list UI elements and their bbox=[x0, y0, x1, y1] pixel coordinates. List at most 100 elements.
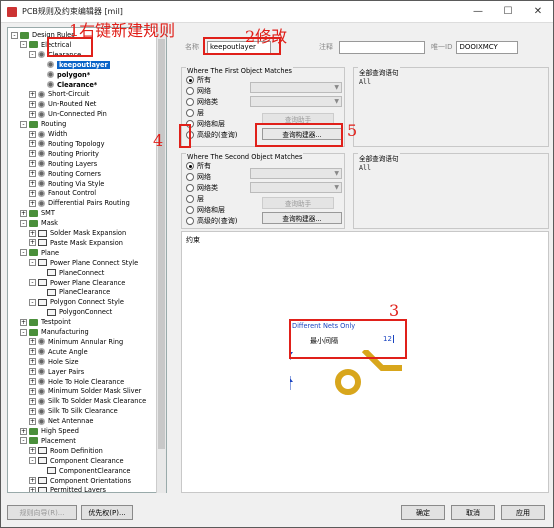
expand-icon[interactable]: + bbox=[29, 100, 36, 108]
apply-button[interactable]: 应用 bbox=[501, 505, 545, 520]
expand-icon[interactable]: + bbox=[29, 110, 36, 118]
second-combo-net[interactable]: ▼ bbox=[250, 168, 342, 179]
first-combo-net[interactable]: ▼ bbox=[250, 82, 342, 93]
tree-item[interactable]: + Layer Pairs bbox=[29, 367, 84, 377]
first-combo-netclass[interactable]: ▼ bbox=[250, 96, 342, 107]
radio-icon[interactable] bbox=[186, 162, 194, 170]
radio-icon[interactable] bbox=[186, 98, 194, 106]
second_match-option[interactable]: 网络 bbox=[186, 172, 211, 182]
tree-item[interactable]: + Routing Corners bbox=[29, 169, 101, 179]
second_match-option[interactable]: 层 bbox=[186, 194, 204, 204]
second_match-option[interactable]: 所有 bbox=[186, 161, 211, 171]
collapse-icon[interactable]: - bbox=[20, 249, 27, 257]
tree-item[interactable]: + Solder Mask Expansion bbox=[29, 228, 126, 238]
comment-field[interactable] bbox=[339, 40, 425, 54]
cancel-button[interactable]: 取消 bbox=[451, 505, 495, 520]
tree-item[interactable]: + Acute Angle bbox=[29, 347, 88, 357]
tree-item[interactable]: + Paste Mask Expansion bbox=[29, 238, 123, 248]
radio-icon[interactable] bbox=[186, 109, 194, 117]
tree-item[interactable]: - Manufacturing bbox=[20, 327, 89, 337]
expand-icon[interactable]: + bbox=[29, 229, 36, 237]
expand-icon[interactable]: + bbox=[29, 189, 36, 197]
expand-icon[interactable]: + bbox=[29, 180, 36, 187]
collapse-icon[interactable]: - bbox=[29, 298, 36, 306]
expand-icon[interactable]: + bbox=[29, 417, 36, 425]
expand-icon[interactable]: + bbox=[29, 387, 36, 395]
expand-icon[interactable]: + bbox=[29, 378, 36, 385]
query-text-2[interactable]: All bbox=[356, 162, 546, 226]
collapse-icon[interactable]: - bbox=[20, 120, 27, 128]
tree-item[interactable]: - Routing bbox=[20, 119, 66, 129]
tree-item[interactable]: - Polygon Connect Style bbox=[29, 297, 124, 307]
second-combo-netclass[interactable]: ▼ bbox=[250, 182, 342, 193]
tree-item[interactable]: + Fanout Control bbox=[29, 188, 96, 198]
second_match-option[interactable]: 高级的(查询) bbox=[186, 216, 237, 226]
expand-icon[interactable]: + bbox=[29, 447, 36, 455]
collapse-icon[interactable]: - bbox=[11, 31, 18, 39]
tree-item[interactable]: + Hole To Hole Clearance bbox=[29, 377, 124, 387]
tree-item[interactable]: + Permitted Layers bbox=[29, 485, 106, 492]
tree-item[interactable]: + Minimum Annular Ring bbox=[29, 337, 123, 347]
tree-item[interactable]: - Mask bbox=[20, 218, 58, 228]
uid-field[interactable]: DOOIXMCY bbox=[456, 40, 519, 54]
tree-item[interactable]: + Testpoint bbox=[20, 317, 71, 327]
first_match-option[interactable]: 网络 bbox=[186, 86, 211, 96]
radio-icon[interactable] bbox=[186, 206, 194, 214]
radio-icon[interactable] bbox=[186, 173, 194, 181]
collapse-icon[interactable]: - bbox=[20, 41, 27, 49]
expand-icon[interactable]: + bbox=[29, 486, 36, 492]
first_match-option[interactable]: 高级的(查询) bbox=[186, 130, 237, 140]
second-query-builder-button[interactable]: 查询构建器... bbox=[262, 212, 342, 224]
query-text-1[interactable]: All bbox=[356, 76, 546, 144]
expand-icon[interactable]: + bbox=[29, 160, 36, 168]
expand-icon[interactable]: + bbox=[20, 318, 27, 326]
close-button[interactable]: ✕ bbox=[523, 1, 553, 23]
radio-icon[interactable] bbox=[186, 184, 194, 192]
tree-item[interactable]: + Un-Connected Pin bbox=[29, 109, 107, 119]
tree-item[interactable]: + Hole Size bbox=[29, 357, 79, 367]
first_match-option[interactable]: 网络类 bbox=[186, 97, 218, 107]
expand-icon[interactable]: + bbox=[20, 209, 27, 217]
tree-item[interactable]: PolygonConnect bbox=[38, 307, 112, 317]
tree-item[interactable]: - Power Plane Clearance bbox=[29, 278, 125, 288]
second_match-option[interactable]: 网络和层 bbox=[186, 205, 225, 215]
first_match-option[interactable]: 所有 bbox=[186, 75, 211, 85]
maximize-button[interactable]: ☐ bbox=[493, 1, 523, 23]
expand-icon[interactable]: + bbox=[29, 170, 36, 178]
expand-icon[interactable]: + bbox=[29, 199, 36, 207]
expand-icon[interactable]: + bbox=[29, 150, 36, 158]
tree-item[interactable]: + Routing Via Style bbox=[29, 179, 104, 189]
rule-wizard-button[interactable]: 规则向导(R)... bbox=[7, 505, 77, 520]
priorities-button[interactable]: 优先权(P)... bbox=[81, 505, 133, 520]
tree-item[interactable]: PlaneConnect bbox=[38, 268, 104, 278]
tree-scroll-thumb[interactable] bbox=[158, 39, 165, 449]
tree-item[interactable]: + Width bbox=[29, 129, 67, 139]
expand-icon[interactable]: + bbox=[29, 90, 36, 98]
tree-item[interactable]: - Placement bbox=[20, 436, 76, 446]
tree-item[interactable]: + High Speed bbox=[20, 426, 79, 436]
expand-icon[interactable]: + bbox=[29, 397, 36, 405]
tree-item[interactable]: + Silk To Silk Clearance bbox=[29, 406, 118, 416]
collapse-icon[interactable]: - bbox=[29, 51, 36, 59]
collapse-icon[interactable]: - bbox=[20, 437, 27, 445]
tree-item[interactable]: - Plane bbox=[20, 248, 59, 258]
tree-item[interactable]: + Un-Routed Net bbox=[29, 99, 96, 109]
expand-icon[interactable]: + bbox=[29, 407, 36, 415]
minimize-button[interactable]: — bbox=[463, 1, 493, 23]
tree-item[interactable]: PlaneClearance bbox=[38, 287, 110, 297]
rules-tree[interactable]: - Design Rules - Electrical - Clearance keepou… bbox=[7, 27, 167, 493]
tree-item[interactable]: + Differential Pairs Routing bbox=[29, 198, 130, 208]
second_match-option[interactable]: 网络类 bbox=[186, 183, 218, 193]
expand-icon[interactable]: + bbox=[20, 427, 27, 435]
tree-item[interactable]: + Net Antennae bbox=[29, 416, 93, 426]
expand-icon[interactable]: + bbox=[29, 130, 36, 138]
tree-item[interactable]: + Short-Circuit bbox=[29, 89, 89, 99]
collapse-icon[interactable]: - bbox=[29, 279, 36, 286]
collapse-icon[interactable]: - bbox=[20, 219, 27, 227]
collapse-icon[interactable]: - bbox=[20, 328, 27, 336]
expand-icon[interactable]: + bbox=[29, 140, 36, 148]
tree-item[interactable]: + Component Orientations bbox=[29, 476, 131, 486]
expand-icon[interactable]: + bbox=[29, 239, 36, 247]
tree-item[interactable]: - Component Clearance bbox=[29, 456, 124, 466]
radio-icon[interactable] bbox=[186, 217, 194, 225]
